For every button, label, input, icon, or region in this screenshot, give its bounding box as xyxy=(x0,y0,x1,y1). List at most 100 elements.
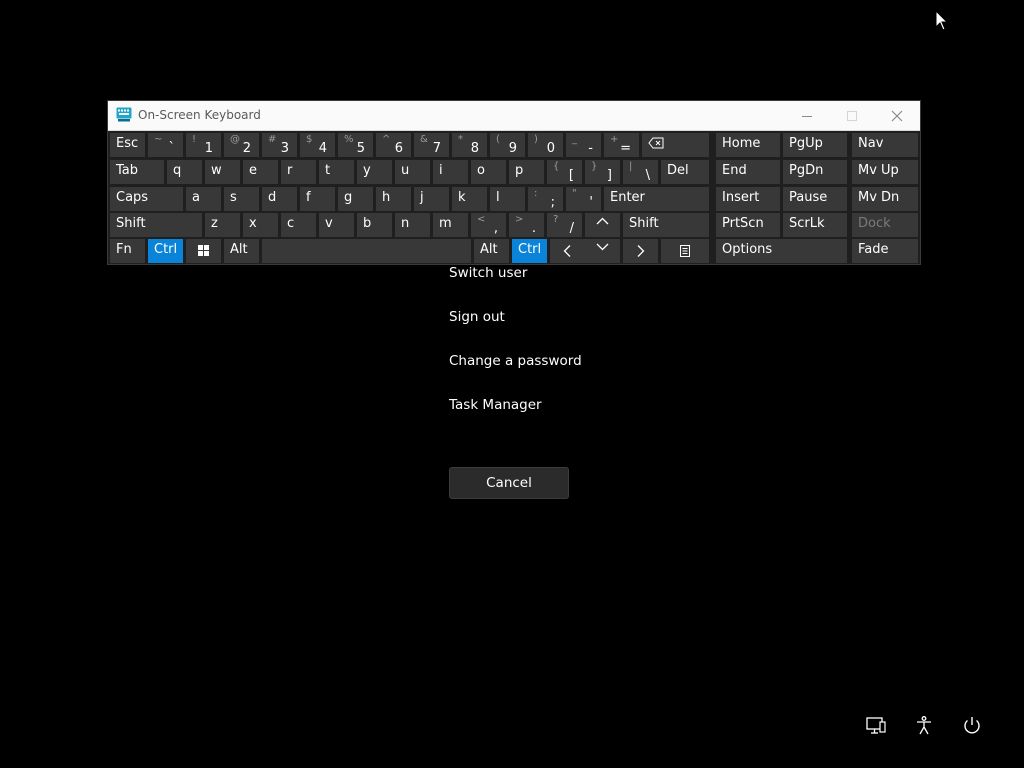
key-backspace[interactable] xyxy=(642,133,709,157)
key-9[interactable]: (9 xyxy=(490,133,525,157)
key-x[interactable]: x xyxy=(243,213,278,237)
cancel-button[interactable]: Cancel xyxy=(449,467,569,499)
key-minus[interactable]: _ - xyxy=(566,133,601,157)
key-w[interactable]: w xyxy=(205,160,240,184)
key-mv-up[interactable]: Mv Up xyxy=(852,160,918,184)
key-o[interactable]: o xyxy=(471,160,506,184)
key-mv-dn[interactable]: Mv Dn xyxy=(852,187,918,211)
key-j[interactable]: j xyxy=(414,187,449,211)
key-home[interactable]: Home xyxy=(716,133,780,157)
key-backslash[interactable]: | \ xyxy=(623,160,658,184)
key-q[interactable]: q xyxy=(167,160,202,184)
key-2[interactable]: @2 xyxy=(224,133,259,157)
title-bar[interactable]: On-Screen Keyboard xyxy=(108,101,920,131)
key-del[interactable]: Del xyxy=(661,160,709,184)
key-4[interactable]: $4 xyxy=(300,133,335,157)
key-arrow-up[interactable] xyxy=(585,213,620,237)
key-fn[interactable]: Fn xyxy=(110,239,145,263)
key-main-label: 3 xyxy=(280,141,289,156)
key-windows[interactable] xyxy=(186,239,221,263)
key-0[interactable]: ) 0 xyxy=(528,133,563,157)
key-b[interactable]: b xyxy=(357,213,392,237)
network-icon[interactable] xyxy=(864,714,888,738)
key-u[interactable]: u xyxy=(395,160,430,184)
key-menu[interactable] xyxy=(661,239,709,263)
key-tab[interactable]: Tab xyxy=(110,160,164,184)
sign-out-link[interactable]: Sign out xyxy=(449,309,505,325)
key-n[interactable]: n xyxy=(395,213,430,237)
key-e[interactable]: e xyxy=(243,160,278,184)
key-scrlk[interactable]: ScrLk xyxy=(783,213,847,237)
key-right-bracket[interactable]: }] xyxy=(585,160,620,184)
key-z[interactable]: z xyxy=(205,213,240,237)
key-comma[interactable]: <, xyxy=(471,213,506,237)
key-dock[interactable]: Dock xyxy=(852,213,918,237)
key-d[interactable]: d xyxy=(262,187,297,211)
key-p[interactable]: p xyxy=(509,160,544,184)
key-space[interactable] xyxy=(262,239,471,263)
maximize-button[interactable] xyxy=(830,101,874,130)
key-label: h xyxy=(382,190,391,205)
key-shift-right[interactable]: Shift xyxy=(623,213,709,237)
key-i[interactable]: i xyxy=(433,160,468,184)
key-period[interactable]: >. xyxy=(509,213,544,237)
key-m[interactable]: m xyxy=(433,213,468,237)
key-6[interactable]: ^ 6 xyxy=(376,133,411,157)
key-prtscn[interactable]: PrtScn xyxy=(716,213,780,237)
key-main-label: . xyxy=(531,221,536,236)
key-3[interactable]: #3 xyxy=(262,133,297,157)
key-left-bracket[interactable]: {[ xyxy=(547,160,582,184)
key-pause[interactable]: Pause xyxy=(783,187,847,211)
key-5[interactable]: % 5 xyxy=(338,133,373,157)
power-icon[interactable] xyxy=(960,714,984,738)
accessibility-icon[interactable] xyxy=(912,714,936,738)
key-f[interactable]: f xyxy=(300,187,335,211)
key-alt-left[interactable]: Alt xyxy=(224,239,259,263)
key-arrow-right[interactable] xyxy=(623,239,658,263)
key-shift-label: # xyxy=(268,134,277,145)
key-r[interactable]: r xyxy=(281,160,316,184)
change-password-link[interactable]: Change a password xyxy=(449,353,582,369)
key-end[interactable]: End xyxy=(716,160,780,184)
key-options[interactable]: Options xyxy=(716,239,847,263)
key-t[interactable]: t xyxy=(319,160,354,184)
key-quote[interactable]: " ' xyxy=(566,187,601,211)
key-equals[interactable]: + = xyxy=(604,133,639,157)
key-ctrl-left[interactable]: Ctrl xyxy=(148,239,183,263)
key-backtick[interactable]: ~ ` xyxy=(148,133,183,157)
key-fade[interactable]: Fade xyxy=(852,239,918,263)
key-shift-label: + xyxy=(610,134,619,145)
key-y[interactable]: y xyxy=(357,160,392,184)
key-insert[interactable]: Insert xyxy=(716,187,780,211)
backspace-icon xyxy=(648,137,664,149)
key-h[interactable]: h xyxy=(376,187,411,211)
key-a[interactable]: a xyxy=(186,187,221,211)
key-esc[interactable]: Esc xyxy=(110,133,145,157)
key-nav[interactable]: Nav xyxy=(852,133,918,157)
key-enter[interactable]: Enter xyxy=(604,187,709,211)
key-ctrl-right[interactable]: Ctrl xyxy=(512,239,547,263)
key-g[interactable]: g xyxy=(338,187,373,211)
key-7[interactable]: & 7 xyxy=(414,133,449,157)
key-shift-left[interactable]: Shift xyxy=(110,213,202,237)
key-semicolon[interactable]: :; xyxy=(528,187,563,211)
key-slash[interactable]: ? / xyxy=(547,213,582,237)
key-1[interactable]: ! 1 xyxy=(186,133,221,157)
key-k[interactable]: k xyxy=(452,187,487,211)
key-arrow-down[interactable] xyxy=(585,239,620,263)
minimize-button[interactable] xyxy=(785,101,829,130)
key-v[interactable]: v xyxy=(319,213,354,237)
key-alt-right[interactable]: Alt xyxy=(474,239,509,263)
key-l[interactable]: l xyxy=(490,187,525,211)
close-button[interactable] xyxy=(875,101,919,130)
key-pgdn[interactable]: PgDn xyxy=(783,160,847,184)
key-arrow-left[interactable] xyxy=(550,239,585,263)
key-8[interactable]: * 8 xyxy=(452,133,487,157)
key-s[interactable]: s xyxy=(224,187,259,211)
key-caps[interactable]: Caps xyxy=(110,187,183,211)
switch-user-link[interactable]: Switch user xyxy=(449,265,527,281)
key-main-label: 1 xyxy=(204,141,213,156)
key-pgup[interactable]: PgUp xyxy=(783,133,847,157)
task-manager-link[interactable]: Task Manager xyxy=(449,397,542,413)
key-c[interactable]: c xyxy=(281,213,316,237)
